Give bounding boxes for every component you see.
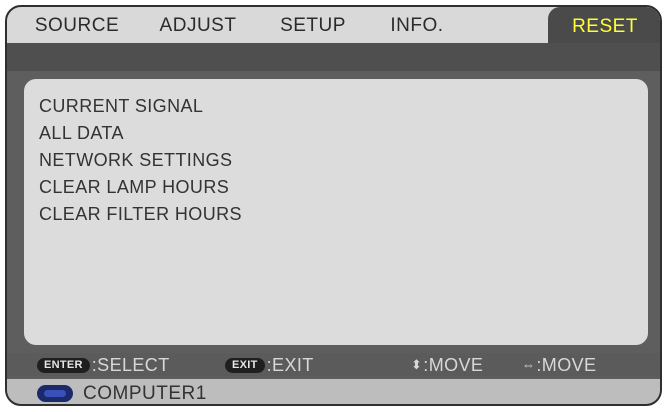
menu-item-current-signal[interactable]: CURRENT SIGNAL: [39, 93, 242, 120]
menu-panel: CURRENT SIGNAL ALL DATA NETWORK SETTINGS…: [24, 79, 648, 345]
enter-key-icon: ENTER: [37, 357, 90, 373]
tab-source[interactable]: SOURCE: [27, 7, 127, 43]
menu-item-clear-filter-hours[interactable]: CLEAR FILTER HOURS: [39, 201, 242, 228]
exit-key-icon: EXIT: [225, 357, 265, 373]
status-bar: COMPUTER1: [7, 379, 660, 404]
input-source-label: COMPUTER1: [83, 382, 207, 404]
subheader-strip: [7, 43, 660, 71]
reset-menu-list: CURRENT SIGNAL ALL DATA NETWORK SETTINGS…: [39, 93, 242, 228]
tab-setup[interactable]: SETUP: [275, 7, 351, 43]
tab-info[interactable]: INFO.: [384, 7, 450, 43]
hint-select-label: :SELECT: [91, 355, 170, 375]
menu-item-network-settings[interactable]: NETWORK SETTINGS: [39, 147, 242, 174]
hint-move-vertical: ⬍ :MOVE: [411, 353, 483, 377]
help-bar: ENTER :SELECT EXIT :EXIT ⬍ :MOVE ⇔ :MOVE: [7, 353, 660, 377]
tab-reset[interactable]: RESET: [548, 7, 660, 47]
hint-select: ENTER :SELECT: [37, 353, 170, 377]
hint-exit: EXIT :EXIT: [225, 353, 314, 377]
hint-exit-label: :EXIT: [266, 355, 314, 375]
menu-item-all-data[interactable]: ALL DATA: [39, 120, 242, 147]
computer-input-icon: [37, 385, 73, 402]
hint-move-horizontal-label: :MOVE: [536, 355, 597, 375]
hint-move-horizontal: ⇔ :MOVE: [522, 353, 596, 377]
up-down-arrow-icon: ⬍: [411, 357, 423, 372]
tab-adjust[interactable]: ADJUST: [153, 7, 243, 43]
left-right-arrow-icon: ⇔: [522, 357, 536, 372]
tab-bar: SOURCE ADJUST SETUP INFO. RESET: [7, 7, 660, 47]
osd-menu-window: SOURCE ADJUST SETUP INFO. RESET CURRENT …: [5, 5, 662, 406]
menu-item-clear-lamp-hours[interactable]: CLEAR LAMP HOURS: [39, 174, 242, 201]
hint-move-vertical-label: :MOVE: [423, 355, 484, 375]
